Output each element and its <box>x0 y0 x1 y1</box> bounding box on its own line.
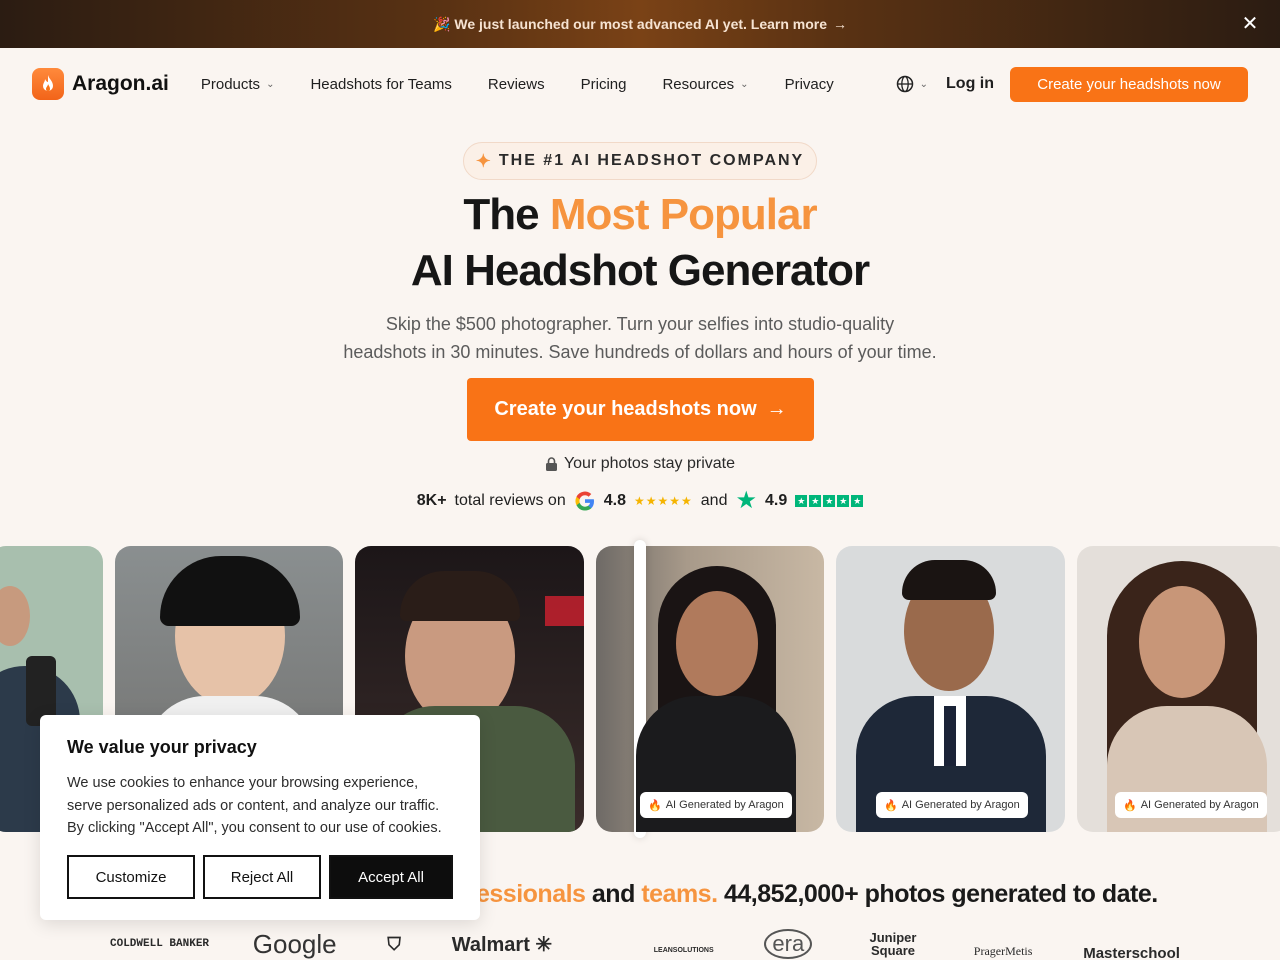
google-stars-icon: ★★★★★ <box>633 494 693 508</box>
nav-item-products[interactable]: Products ⌄ <box>201 76 275 93</box>
hero-pill-badge: ✦ THE #1 AI HEADSHOT COMPANY <box>463 142 817 180</box>
logo-juniper-square: Juniper Square <box>869 930 917 958</box>
hero-cta-label: Create your headshots now <box>494 398 757 420</box>
trustpilot-stars-icon: ★ ★ ★ ★ ★ <box>795 495 864 507</box>
trustpilot-rating: 4.9 <box>764 492 788 509</box>
spark-icon: ✳ <box>535 933 553 956</box>
hero-subtitle: Skip the $500 photographer. Turn your se… <box>0 310 1280 366</box>
subtitle-line2: headshots in 30 minutes. Save hundreds o… <box>343 342 937 362</box>
nav-item-label: Headshots for Teams <box>310 75 452 93</box>
subtitle-line1: Skip the $500 photographer. Turn your se… <box>385 314 895 334</box>
google-icon <box>575 491 594 511</box>
cookie-consent-dialog: We value your privacy We use cookies to … <box>40 715 480 920</box>
logo-walmart: Walmart ✳ <box>452 932 553 957</box>
close-icon[interactable]: ✕ <box>1238 12 1262 36</box>
customize-button[interactable]: Customize <box>67 855 195 899</box>
logo-coldwell-banker: COLDWELL BANKER <box>110 937 210 950</box>
badge-text: AI Generated by Aragon <box>665 799 784 811</box>
cookie-title: We value your privacy <box>67 737 257 757</box>
privacy-note-text: Your photos stay private <box>563 455 736 472</box>
arrow-right-icon: → <box>766 398 787 420</box>
badge-text: AI Generated by Aragon <box>901 799 1020 811</box>
google-rating: 4.8 <box>603 492 626 509</box>
nav-item-label: Products <box>200 75 261 93</box>
nav-item-label: Reviews <box>487 75 545 93</box>
stats-count: 44,852,000+ photos generated to date. <box>723 880 1158 908</box>
nav-item-pricing[interactable]: Pricing <box>581 76 627 93</box>
party-emoji: 🎉 <box>432 15 451 32</box>
cookie-buttons: Customize Reject All Accept All <box>67 855 453 899</box>
logo-google: Google <box>252 928 337 959</box>
chevron-down-icon: ⌄ <box>740 78 749 90</box>
walmart-text: Walmart <box>451 933 530 956</box>
sparkle-icon: ✦ <box>475 150 491 171</box>
nav-item-resources[interactable]: Resources ⌄ <box>662 76 748 93</box>
globe-icon <box>896 75 913 93</box>
nav-item-label: Pricing <box>580 75 627 93</box>
customer-logos: COLDWELL BANKER Google ⛉ Walmart ✳ LEANS… <box>110 928 1180 960</box>
nav-menu: Products ⌄ Headshots for Teams Reviews Pr… <box>201 76 870 93</box>
stats-accent-professionals: essionals <box>476 880 586 908</box>
nav-item-privacy[interactable]: Privacy <box>785 76 834 93</box>
ai-generated-badge: 🔥 AI Generated by Aragon <box>876 792 1028 818</box>
logo-era: era <box>764 929 813 959</box>
language-selector[interactable]: ⌄ <box>896 75 928 93</box>
generated-photo-2: 🔥 AI Generated by Aragon <box>836 546 1065 832</box>
hero-create-headshots-button[interactable]: Create your headshots now → <box>467 378 814 441</box>
title-accent: Most Popular <box>549 190 818 239</box>
cookie-body: We use cookies to enhance your browsing … <box>67 775 442 836</box>
ai-generated-badge: 🔥 AI Generated by Aragon <box>640 792 792 818</box>
logo-leansolutions: LEANSOLUTIONS <box>653 946 714 954</box>
reject-all-button[interactable]: Reject All <box>203 855 321 899</box>
hero-title-line1: The Most Popular <box>0 190 1280 240</box>
chevron-down-icon: ⌄ <box>266 78 275 90</box>
badge-text: AI Generated by Aragon <box>1140 799 1259 811</box>
nav-create-headshots-button[interactable]: Create your headshots now <box>1010 66 1248 102</box>
pill-text: THE #1 AI HEADSHOT COMPANY <box>498 152 805 169</box>
stats-and: and <box>591 880 635 908</box>
nav-item-label: Privacy <box>784 75 834 93</box>
hero-title-line2: AI Headshot Generator <box>410 246 870 295</box>
logo-text: Aragon.ai <box>72 72 169 95</box>
announcement-banner[interactable]: 🎉 We just launched our most advanced AI … <box>0 0 1280 48</box>
stats-accent-teams: teams. <box>641 880 718 908</box>
ai-generated-badge: 🔥 AI Generated by Aragon <box>1115 792 1267 818</box>
lock-icon <box>545 456 557 471</box>
nav-item-label: Resources <box>662 75 735 93</box>
flame-icon: 🔥 <box>648 799 662 812</box>
reviews-count: 8K+ <box>416 492 447 509</box>
stats-line: essionals and teams. 44,852,000+ photos … <box>476 880 1158 909</box>
arrow-right-icon: → <box>833 16 848 32</box>
logo[interactable]: Aragon.ai <box>32 68 169 100</box>
nav-item-headshots-for-teams[interactable]: Headshots for Teams <box>310 76 451 93</box>
reviews-text: total reviews on <box>454 492 566 509</box>
privacy-note: Your photos stay private <box>0 455 1280 473</box>
logo-pragermetis: PragerMetis <box>973 943 1033 958</box>
nav-right: ⌄ Log in Create your headshots now <box>896 66 1248 102</box>
accept-all-button[interactable]: Accept All <box>329 855 453 899</box>
login-link[interactable]: Log in <box>946 75 994 93</box>
nav-item-reviews[interactable]: Reviews <box>488 76 545 93</box>
generated-photo-3: 🔥 AI Generated by Aragon <box>1077 546 1280 832</box>
title-part1: The <box>463 190 539 239</box>
trustpilot-star-icon: ★ <box>735 487 757 514</box>
shield-logo-icon: ⛉ <box>387 933 401 954</box>
main-nav: Aragon.ai Products ⌄ Headshots for Teams … <box>0 48 1280 120</box>
reviews-and: and <box>700 492 728 509</box>
flame-icon: 🔥 <box>884 799 898 812</box>
banner-text[interactable]: We just launched our most advanced AI ye… <box>454 16 827 32</box>
flame-icon <box>32 68 64 100</box>
flame-icon: 🔥 <box>1123 799 1137 812</box>
generated-photo-1: 🔥 AI Generated by Aragon <box>596 546 824 832</box>
logo-masterschool: Masterschool <box>1083 944 1180 960</box>
reviews-row: 8K+ total reviews on 4.8 ★★★★★ and ★ 4.9… <box>0 487 1280 514</box>
chevron-down-icon: ⌄ <box>919 78 929 90</box>
